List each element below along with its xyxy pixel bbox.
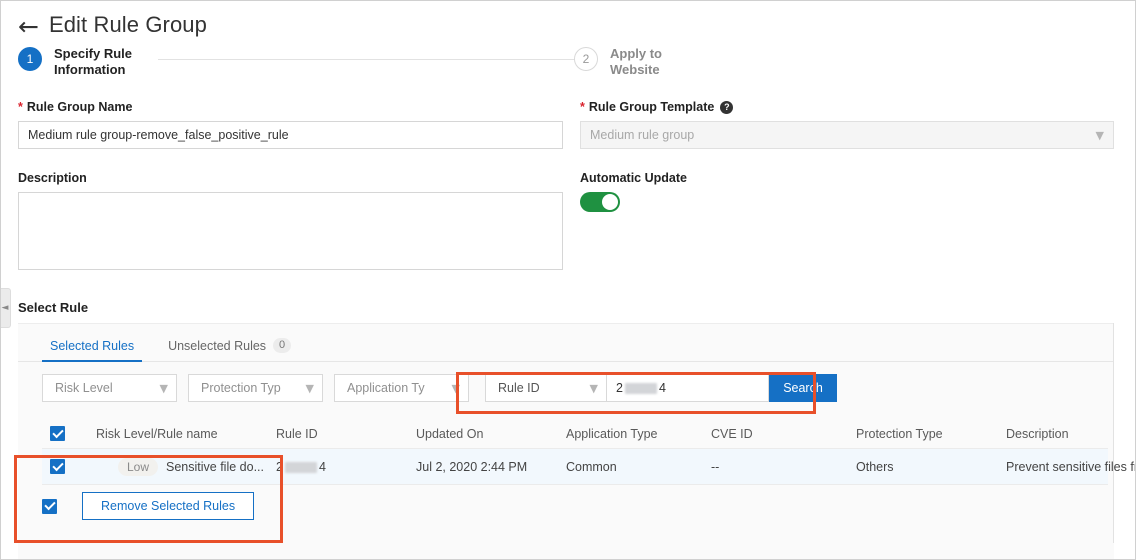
chevron-down-icon: ▼: [451, 381, 460, 395]
toggle-knob: [602, 194, 618, 210]
search-input[interactable]: 24: [607, 374, 769, 402]
page-header: ← Edit Rule Group: [0, 0, 1136, 42]
filter-risk-level-label: Risk Level: [55, 381, 113, 395]
column-application-type: Application Type: [566, 426, 658, 441]
chevron-down-icon: ▼: [1095, 128, 1104, 142]
cell-risk-level-rule-name: Low Sensitive file do...: [96, 457, 276, 476]
cell-application-type: Common: [566, 459, 617, 474]
rule-group-template-select[interactable]: Medium rule group ▼: [580, 121, 1114, 149]
table-footer: Remove Selected Rules: [42, 492, 255, 520]
page-title: Edit Rule Group: [48, 12, 207, 37]
panel-right-edge: [1113, 323, 1114, 543]
row-checkbox[interactable]: [50, 459, 65, 474]
rule-tabs: Selected Rules Unselected Rules 0: [18, 324, 1114, 362]
chevron-down-icon: ▼: [589, 381, 598, 395]
search-button[interactable]: Search: [769, 374, 837, 402]
select-rule-section-title: Select Rule: [18, 300, 89, 315]
description-textarea[interactable]: [18, 192, 563, 270]
stepper-step-2[interactable]: 2 Apply to Website: [574, 46, 695, 78]
filter-protection-type-label: Protection Typ: [201, 381, 281, 395]
filter-application-type[interactable]: Application Ty ▼: [334, 374, 469, 402]
redacted-block: [284, 461, 317, 473]
tab-selected-rules[interactable]: Selected Rules: [42, 339, 143, 362]
cell-cve-id: --: [711, 459, 720, 474]
form-right-column: * Rule Group Template ? Medium rule grou…: [580, 100, 1114, 212]
cell-protection-type: Others: [856, 459, 894, 474]
rule-group-name-label: * Rule Group Name: [18, 100, 563, 114]
rule-id-suffix: 4: [318, 459, 326, 474]
step-1-number: 1: [18, 47, 42, 71]
panel-collapse-handle[interactable]: ◄: [0, 288, 11, 328]
footer-checkbox-cell: [42, 498, 64, 514]
arrow-left-icon[interactable]: ←: [18, 14, 39, 39]
column-protection-type: Protection Type: [856, 426, 943, 441]
cell-rule-id: 24: [276, 460, 416, 474]
form-area: * Rule Group Name Description * Rule Gro…: [0, 100, 1136, 280]
tab-unselected-rules-label: Unselected Rules: [168, 338, 267, 353]
question-mark-icon[interactable]: ?: [720, 100, 734, 114]
stepper: 1 Specify Rule Information 2 Apply to We…: [18, 46, 1136, 100]
rule-group-template-label: * Rule Group Template ?: [580, 100, 1114, 114]
column-description: Description: [1006, 426, 1069, 441]
description-label-text: Description: [18, 171, 87, 185]
automatic-update-toggle[interactable]: [580, 192, 620, 212]
rule-group-name-input[interactable]: [18, 121, 563, 149]
rule-group-template-value: Medium rule group: [590, 128, 695, 142]
search-value-suffix: 4: [658, 381, 666, 395]
select-all-checkbox[interactable]: [50, 426, 65, 441]
redacted-block: [624, 382, 657, 394]
automatic-update-label-text: Automatic Update: [580, 171, 687, 185]
column-cve-id: CVE ID: [711, 426, 753, 441]
required-marker: *: [580, 100, 585, 114]
filter-application-type-label: Application Ty: [347, 381, 425, 395]
required-marker: *: [18, 100, 23, 114]
cell-rule-name: Sensitive file do...: [166, 459, 264, 474]
step-1-label: Specify Rule Information: [54, 46, 133, 77]
cell-description: Prevent sensitive files fr...: [1006, 459, 1136, 474]
form-left-column: * Rule Group Name Description: [18, 100, 563, 275]
filter-protection-type[interactable]: Protection Typ ▼: [188, 374, 323, 402]
table-row[interactable]: Low Sensitive file do... 24 Jul 2, 2020 …: [42, 449, 1136, 485]
chevron-down-icon: ▼: [305, 381, 314, 395]
rule-group-template-label-text: Rule Group Template: [588, 100, 715, 114]
select-all-checkbox-cell: [42, 426, 96, 441]
step-2-label: Apply to Website: [610, 46, 662, 77]
step-2-number: 2: [574, 47, 598, 71]
chevron-down-icon: ▼: [159, 381, 168, 395]
row-checkbox-cell: [42, 459, 96, 474]
column-risk-level-rule-name: Risk Level/Rule name: [96, 426, 218, 441]
automatic-update-label: Automatic Update: [580, 171, 1114, 185]
search-type-label: Rule ID: [498, 381, 540, 395]
column-updated-on: Updated On: [416, 426, 484, 441]
stepper-connector-line: [158, 59, 582, 60]
remove-selected-rules-button[interactable]: Remove Selected Rules: [82, 492, 255, 520]
rule-id-prefix: 2: [276, 459, 283, 474]
search-group: Rule ID ▼ 24 Search: [485, 374, 837, 402]
cell-updated-on: Jul 2, 2020 2:44 PM: [416, 459, 528, 474]
filter-row: Risk Level ▼ Protection Typ ▼ Applicatio…: [18, 362, 1114, 402]
stepper-step-1[interactable]: 1 Specify Rule Information: [18, 46, 139, 78]
search-value-prefix: 2: [616, 381, 623, 395]
search-type-select[interactable]: Rule ID ▼: [485, 374, 607, 402]
tab-selected-rules-label: Selected Rules: [50, 339, 135, 353]
column-rule-id: Rule ID: [276, 426, 318, 441]
tab-unselected-rules[interactable]: Unselected Rules 0: [160, 338, 299, 361]
description-label: Description: [18, 171, 563, 185]
tab-unselected-rules-count: 0: [273, 338, 292, 353]
table-header-row: Risk Level/Rule name Rule ID Updated On …: [42, 419, 1108, 449]
status-badge: Low: [118, 457, 159, 476]
filter-risk-level[interactable]: Risk Level ▼: [42, 374, 177, 402]
rule-group-name-label-text: Rule Group Name: [26, 100, 133, 114]
rules-table: Risk Level/Rule name Rule ID Updated On …: [42, 419, 1136, 485]
select-rule-panel: Selected Rules Unselected Rules 0 Risk L…: [18, 323, 1136, 560]
footer-select-all-checkbox[interactable]: [42, 498, 57, 514]
